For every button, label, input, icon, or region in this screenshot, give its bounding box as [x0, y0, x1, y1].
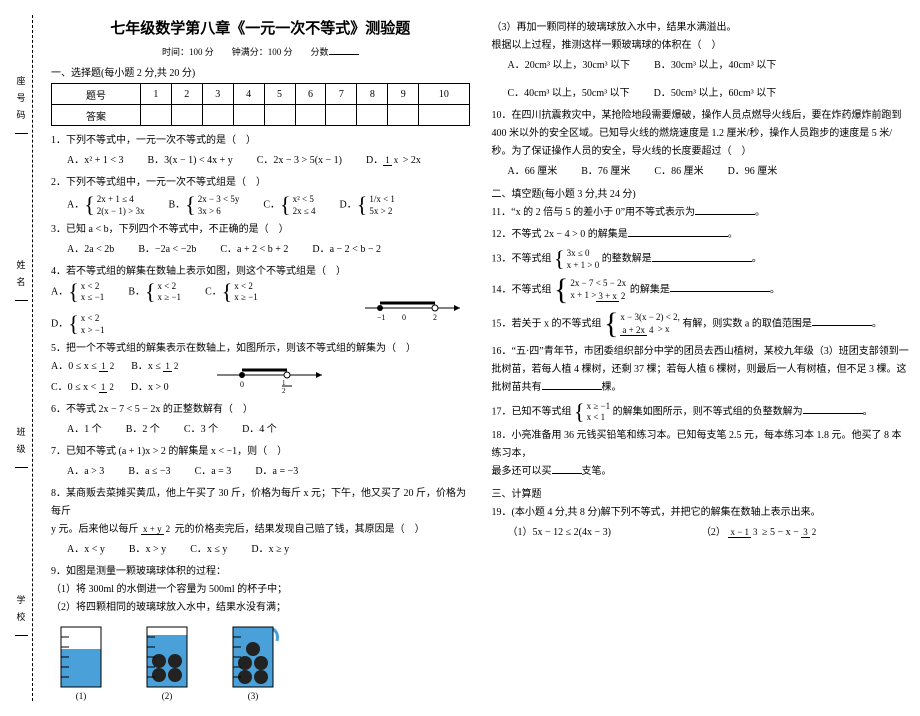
svg-text:2: 2	[433, 313, 437, 322]
question-8: 8．某商贩去菜摊买黄瓜，他上午买了 30 斤，价格为每斤 x 元；下午，他又买了…	[51, 485, 470, 559]
number-line-q4: −1 0 2	[360, 293, 470, 323]
page-title: 七年级数学第八章《一元一次不等式》测验题	[51, 17, 470, 38]
question-17: 17．已知不等式组 {x ≥ −1x < 1 的解集如图所示，则不等式组的负整数…	[492, 401, 911, 424]
question-3: 3．已知 a < b，下列四个不等式中，不正确的是（ ） A．2a < 2b B…	[51, 221, 470, 259]
question-10: 10．在四川抗震救灾中，某抢险地段需要爆破，操作人员点燃导火线后，要在炸药爆炸前…	[492, 107, 911, 181]
question-2: 2．下列不等式组中，一元一次不等式组是（ ） A．{2x + 1 ≤ 42(x …	[51, 174, 470, 217]
binding-margin: 座号码 姓名 班级 学校	[10, 15, 33, 701]
question-14: 14．不等式组 { 2x − 7 < 5 − 2x x + 1 >3 + x2 …	[492, 275, 911, 305]
svg-text:−1: −1	[377, 313, 386, 322]
svg-text:0: 0	[240, 380, 244, 389]
question-7: 7．已知不等式 (a + 1)x > 2 的解集是 x < −1，则（ ） A．…	[51, 443, 470, 481]
question-11: 11．“x 的 2 倍与 5 的差小于 0”用不等式表示为。	[492, 204, 911, 222]
beaker-2: (2)	[137, 623, 197, 701]
question-9: 9．如图是测量一颗玻璃球体积的过程： （1）将 300ml 的水倒进一个容量为 …	[51, 563, 470, 617]
question-18: 18．小亮准备用 36 元钱买铅笔和练习本。已知每支笔 2.5 元，每本练习本 …	[492, 427, 911, 481]
left-column: 七年级数学第八章《一元一次不等式》测验题 时间：100 分 钟满分：100 分 …	[51, 15, 470, 701]
svg-text:0: 0	[402, 313, 406, 322]
grid-header-label: 题号	[52, 84, 141, 105]
beaker-figures: (1) (2)	[51, 623, 470, 701]
question-15: 15．若关于 x 的不等式组 { x − 3(x − 2) < 2, a + 2…	[492, 309, 911, 339]
answer-grid: 题号 1 2 3 4 5 6 7 8 9 10 答案	[51, 83, 470, 126]
q1-opt-d: D．1x > 2x	[366, 152, 421, 170]
question-5: 5．把一个不等式组的解集表示在数轴上，如图所示，则该不等式组的解集为（ ） A．…	[51, 340, 470, 397]
question-9-cont: （3）再加一颗同样的玻璃球放入水中，结果水满溢出。 根据以上过程，推测这样一颗玻…	[492, 19, 911, 103]
question-6: 6．不等式 2x − 7 < 5 − 2x 的正整数解有（ ） A．1 个 B．…	[51, 401, 470, 439]
binding-name-label: 姓名	[15, 260, 28, 294]
q1-opt-c: C．2x − 3 > 5(x − 1)	[257, 152, 342, 170]
beaker-1: (1)	[51, 623, 111, 701]
question-1: 1．下列不等式中，一元一次不等式的是（ ） A．x² + 1 < 3 B．3(x…	[51, 132, 470, 170]
grid-answer-label: 答案	[52, 105, 141, 126]
section1-heading: 一、选择题(每小题 2 分,共 20 分)	[51, 64, 470, 79]
section3-heading: 三、计算题	[492, 485, 911, 500]
exam-timeline: 时间：100 分 钟满分：100 分 分数	[51, 44, 470, 58]
beaker-3: (3)	[223, 623, 283, 701]
binding-seat-label: 座号码	[15, 76, 28, 127]
q1-opt-a: A．x² + 1 < 3	[67, 152, 124, 170]
question-13: 13．不等式组 {3x ≤ 0x + 1 > 0 的整数解是。	[492, 248, 911, 271]
q1-opt-b: B．3(x − 1) < 4x + y	[148, 152, 233, 170]
binding-school-label: 学校	[15, 595, 28, 629]
section2-heading: 二、填空题(每小题 3 分,共 24 分)	[492, 185, 911, 200]
number-line-q5: 0 1 2	[212, 360, 332, 394]
question-12: 12．不等式 2x − 4 > 0 的解集是。	[492, 226, 911, 244]
right-column: （3）再加一颗同样的玻璃球放入水中，结果水满溢出。 根据以上过程，推测这样一颗玻…	[492, 15, 911, 701]
question-16: 16．“五·四”青年节，市团委组织部分中学的团员去西山植树，某校九年级（3）班团…	[492, 343, 911, 397]
q19-part2: （2） x − 13 ≥ 5 − x − 32	[701, 524, 818, 542]
binding-class-label: 班级	[15, 427, 28, 461]
q19-part1: （1）5x − 12 ≤ 2(4x − 3)	[508, 524, 611, 542]
svg-text:2: 2	[282, 387, 286, 394]
question-4: 4．若不等式组的解集在数轴上表示如图，则这个不等式组是（ ） A．{x < 2x…	[51, 263, 470, 336]
question-19: 19．(本小题 4 分,共 8 分)解下列不等式，并把它的解集在数轴上表示出来。…	[492, 504, 911, 542]
